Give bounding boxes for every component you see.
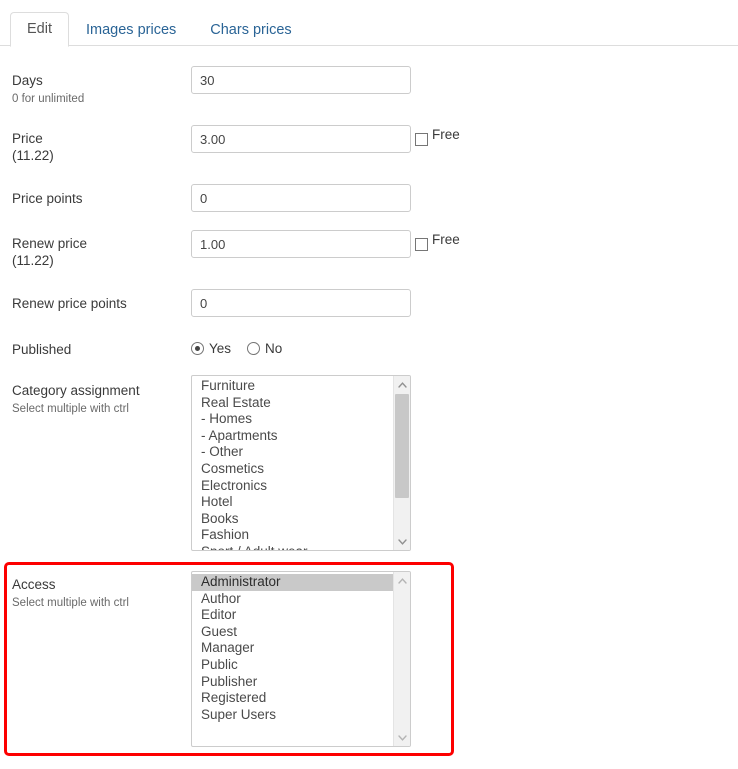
scroll-thumb[interactable] bbox=[395, 394, 409, 498]
list-item[interactable]: Publisher bbox=[192, 674, 393, 691]
tab-strip: Edit Images prices Chars prices bbox=[0, 10, 738, 48]
list-item[interactable]: Electronics bbox=[192, 478, 393, 495]
label-price-currency: (11.22) bbox=[12, 148, 54, 163]
label-renew-price: Renew price (11.22) bbox=[12, 235, 87, 270]
access-options[interactable]: Administrator Author Editor Guest Manager Pub… bbox=[192, 572, 393, 746]
renew-price-free-group: Free bbox=[415, 230, 460, 258]
label-renew-price-points-text: Renew price points bbox=[12, 296, 127, 311]
published-radio-yes[interactable] bbox=[191, 341, 204, 355]
category-assignment-scrollbar[interactable] bbox=[393, 376, 410, 550]
list-item[interactable]: Books bbox=[192, 511, 393, 528]
list-item[interactable]: Editor bbox=[192, 607, 393, 624]
list-item[interactable]: Guest bbox=[192, 624, 393, 641]
label-access-text: Access bbox=[12, 577, 56, 592]
list-item[interactable]: Sport / Adult wear bbox=[192, 544, 393, 550]
label-price-points: Price points bbox=[12, 190, 83, 207]
published-radio-group: Yes No bbox=[191, 338, 291, 358]
price-free-label: Free bbox=[432, 127, 460, 142]
access-scrollbar[interactable] bbox=[393, 572, 410, 746]
label-price: Price (11.22) bbox=[12, 130, 54, 165]
price-points-input[interactable] bbox=[191, 184, 411, 212]
label-days-hint: 0 for unlimited bbox=[12, 93, 85, 105]
label-price-text: Price bbox=[12, 131, 43, 146]
label-days: Days 0 for unlimited bbox=[12, 72, 84, 107]
published-radio-no[interactable] bbox=[247, 341, 261, 355]
price-free-checkbox[interactable] bbox=[415, 132, 428, 146]
label-days-text: Days bbox=[12, 73, 43, 88]
list-item[interactable]: Administrator bbox=[192, 574, 393, 591]
renew-price-input[interactable] bbox=[191, 230, 411, 258]
price-input[interactable] bbox=[191, 125, 411, 153]
list-item[interactable]: Fashion bbox=[192, 527, 393, 544]
price-free-group: Free bbox=[415, 125, 460, 153]
label-access-hint: Select multiple with ctrl bbox=[12, 597, 129, 609]
tab-edit[interactable]: Edit bbox=[10, 11, 69, 47]
label-price-points-text: Price points bbox=[12, 191, 83, 206]
renew-price-free-label: Free bbox=[432, 232, 460, 247]
list-item[interactable]: Manager bbox=[192, 640, 393, 657]
label-access: Access Select multiple with ctrl bbox=[12, 576, 129, 611]
label-renew-price-text: Renew price bbox=[12, 236, 88, 251]
renew-price-free-checkbox[interactable] bbox=[415, 237, 428, 251]
scroll-down-icon[interactable] bbox=[394, 729, 410, 746]
list-item[interactable]: Registered bbox=[192, 690, 393, 707]
category-assignment-listbox[interactable]: Furniture Real Estate - Homes - Apartments -… bbox=[191, 375, 411, 551]
tab-list: Edit Images prices Chars prices bbox=[10, 10, 309, 48]
published-radio-no-label: No bbox=[265, 340, 283, 356]
renew-price-points-input[interactable] bbox=[191, 289, 411, 317]
list-item[interactable]: Public bbox=[192, 657, 393, 674]
label-renew-price-points: Renew price points bbox=[12, 295, 127, 312]
page-root: Edit Images prices Chars prices Days 0 f… bbox=[0, 0, 738, 769]
list-item[interactable]: Super Users bbox=[192, 707, 393, 724]
label-renew-price-currency: (11.22) bbox=[12, 253, 54, 268]
list-item[interactable]: - Apartments bbox=[192, 428, 393, 445]
tab-chars-prices[interactable]: Chars prices bbox=[193, 13, 308, 48]
label-category-assignment-hint: Select multiple with ctrl bbox=[12, 403, 129, 415]
scroll-up-icon[interactable] bbox=[394, 376, 410, 393]
label-published-text: Published bbox=[12, 342, 72, 357]
list-item[interactable]: Furniture bbox=[192, 378, 393, 395]
scroll-up-icon[interactable] bbox=[394, 572, 410, 589]
days-input[interactable] bbox=[191, 66, 411, 94]
tab-images-prices[interactable]: Images prices bbox=[69, 13, 193, 48]
published-radio-yes-label: Yes bbox=[209, 340, 232, 356]
label-category-assignment: Category assignment Select multiple with… bbox=[12, 382, 140, 417]
category-assignment-options[interactable]: Furniture Real Estate - Homes - Apartments -… bbox=[192, 376, 393, 550]
label-category-assignment-text: Category assignment bbox=[12, 383, 140, 398]
list-item[interactable]: Hotel bbox=[192, 494, 393, 511]
access-listbox[interactable]: Administrator Author Editor Guest Manager Pub… bbox=[191, 571, 411, 747]
list-item[interactable]: - Homes bbox=[192, 411, 393, 428]
scroll-down-icon[interactable] bbox=[394, 533, 410, 550]
label-published: Published bbox=[12, 341, 71, 358]
list-item[interactable]: Author bbox=[192, 591, 393, 608]
list-item[interactable]: Real Estate bbox=[192, 395, 393, 412]
list-item[interactable]: - Other bbox=[192, 444, 393, 461]
list-item[interactable]: Cosmetics bbox=[192, 461, 393, 478]
